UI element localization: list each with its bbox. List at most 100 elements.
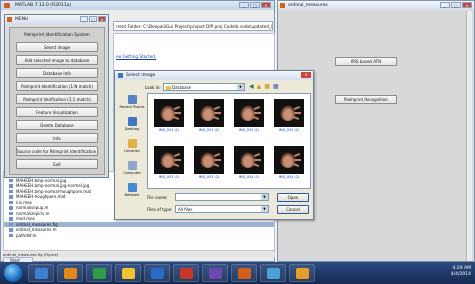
app-icon [151,268,164,279]
look-in-label: Look in: [145,85,161,90]
taskbar-app[interactable] [202,264,228,282]
palmprint-recognition-button[interactable]: Palmprint Recognition [335,95,397,104]
menu-close-button[interactable]: × [98,16,106,22]
figure-minimize-button[interactable]: _ [440,2,450,8]
app-icon [93,268,106,279]
app-icon [122,268,135,279]
figure-scrollbar[interactable] [466,11,472,261]
identification-button[interactable]: Palmprint Identification (1:N match) [16,81,98,91]
figure-title: ordinal_measures [288,3,328,8]
new-folder-icon[interactable]: ■ [264,83,270,91]
file-name: IMG_002 (2) [278,128,300,132]
palm-image [274,146,304,174]
dialog-title: Select image [126,73,156,78]
file-thumbnail[interactable]: IMG_004 (2) [274,146,304,184]
select-image-dialog: Select image × Look in: Database ▼ ◀ ▲ ■… [114,70,314,220]
place-libraries[interactable]: Libraries [119,137,145,159]
taskbar-app[interactable] [57,264,83,282]
chevron-down-icon: ▼ [261,206,268,212]
menu-panel: Palmprint Identification System Select i… [9,27,105,175]
taskbar-app[interactable] [115,264,141,282]
system-clock[interactable]: 4:29 AM 4/4/2014 [451,266,471,278]
figure-close-button[interactable]: × [462,2,472,8]
app-icon [209,268,222,279]
menu-title-bar[interactable]: MENU _ □ × [5,15,108,24]
current-folder-bar[interactable]: rrent Folder: C:\Deepali\Gui Project\pro… [113,21,273,31]
file-name: IMG_004 (2) [278,175,300,179]
palm-image [194,99,224,127]
file-thumbnail[interactable]: IMG_001 (2) [194,99,224,137]
place-network[interactable]: Network [119,181,145,199]
close-button[interactable]: × [261,2,271,8]
database-info-button[interactable]: Database Info [16,68,98,78]
figure-icon [280,3,285,8]
place-recent[interactable]: Recent Places [119,93,145,115]
verification-button[interactable]: Palmprint Verification (1:1 match) [16,94,98,104]
menu-maximize-button[interactable]: □ [89,16,97,22]
matlab-title-bar[interactable]: MATLAB 7.12.0 (R2011a) _ □ × [1,1,274,10]
palm-image [154,99,184,127]
feature-visualization-button[interactable]: Feature Visualization [16,107,98,117]
file-name: IMG_002 (1) [238,128,260,132]
figure-title-bar[interactable]: ordinal_measures _ □ × [278,1,474,10]
delete-database-button[interactable]: Delete Database [16,120,98,130]
file-thumbnail[interactable]: IMG_002 (1) [234,99,264,137]
file-thumbnail[interactable]: IMG_001 (1) [154,99,184,137]
taskbar-app[interactable] [289,264,315,282]
look-in-select[interactable]: Database ▼ [163,83,245,91]
place-desktop[interactable]: Desktop [119,115,145,137]
figure-icon [7,17,12,22]
dialog-title-bar[interactable]: Select image × [115,71,313,80]
taskbar-app[interactable] [231,264,257,282]
place-label: Computer [123,171,141,175]
place-computer[interactable]: Computer [119,159,145,181]
app-icon [180,268,193,279]
open-button[interactable]: Open [277,193,309,202]
taskbar-app[interactable] [173,264,199,282]
minimize-button[interactable]: _ [239,2,249,8]
recent-places-icon [128,95,137,104]
maximize-button[interactable]: □ [250,2,260,8]
list-item[interactable]: pathdef.m [4,233,274,239]
figure-maximize-button[interactable]: □ [451,2,461,8]
taskbar-app[interactable] [86,264,112,282]
file-name-label: File name: [147,195,168,200]
taskbar-app[interactable] [144,264,170,282]
file-name: IMG_003 (2) [198,175,220,179]
taskbar: 4:29 AM 4/4/2014 [0,262,475,284]
menu-window: MENU _ □ × Palmprint Identification Syst… [4,14,109,178]
windows-start-icon[interactable] [4,264,22,282]
select-image-button[interactable]: Select image [16,42,98,52]
places-bar: Recent Places Desktop Libraries Computer… [119,93,145,197]
file-thumbnail[interactable]: IMG_002 (2) [274,99,304,137]
palm-image [234,146,264,174]
file-name-input[interactable]: ▼ [175,193,269,201]
back-icon[interactable]: ◀ [249,83,254,91]
taskbar-app[interactable] [28,264,54,282]
iris-based-atn-button[interactable]: IRIS based ATN [335,57,397,66]
info-button[interactable]: Info [16,133,98,143]
cancel-button[interactable]: Cancel [277,205,309,214]
file-thumbnail[interactable]: IMG_003 (2) [194,146,224,184]
chevron-down-icon: ▼ [261,194,268,200]
look-in-value: Database [172,85,192,90]
clock-date: 4/4/2014 [450,272,471,277]
source-code-button[interactable]: Source code for Palmprint Identification… [16,146,98,156]
file-thumbnail[interactable]: IMG_003 (1) [154,146,184,184]
exit-button[interactable]: Exit [16,159,98,169]
up-folder-icon[interactable]: ▲ [257,83,262,91]
view-menu-icon[interactable]: ▦ [273,83,279,91]
dialog-close-button[interactable]: × [301,72,311,78]
taskbar-app[interactable] [260,264,286,282]
file-thumbnail[interactable]: IMG_004 (1) [234,146,264,184]
getting-started-link[interactable]: ee Getting Started. [116,54,156,59]
add-to-database-button[interactable]: Add selected image to database [16,55,98,65]
palm-image [154,146,184,174]
dialog-nav-toolbar: ◀ ▲ ■ ▦ [249,83,279,91]
file-type-select[interactable]: All files ▼ [175,205,269,213]
menu-minimize-button[interactable]: _ [80,16,88,22]
app-icon [267,268,280,279]
file-type-value: All files [178,207,193,212]
menu-header: Palmprint Identification System [24,32,90,37]
file-browser[interactable]: IMG_001 (1) IMG_001 (2) IMG_002 (1) IMG_… [147,93,311,189]
